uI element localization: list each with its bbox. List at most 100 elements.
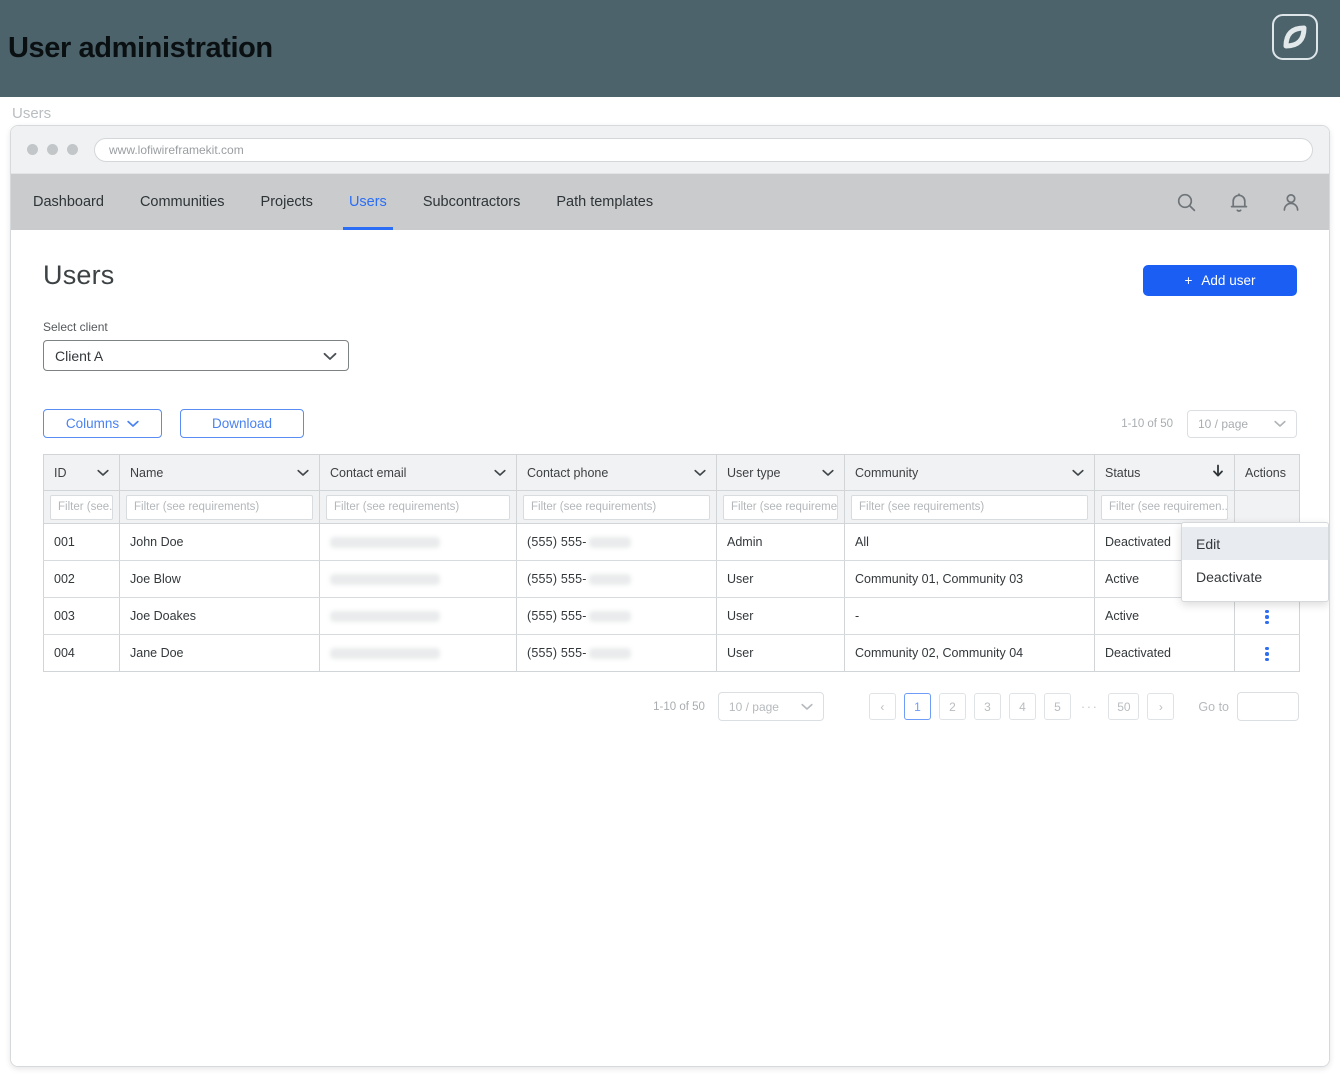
nav-item-dashboard[interactable]: Dashboard <box>33 174 122 230</box>
per-page-value: 10 / page <box>728 699 779 714</box>
redacted-email <box>330 574 440 586</box>
pagination-next-button[interactable]: › <box>1147 693 1175 720</box>
pagination-page-3[interactable]: 3 <box>973 693 1001 720</box>
filter-cell-id[interactable]: Filter (see... <box>43 490 120 524</box>
column-header-contact-phone[interactable]: Contact phone <box>516 454 717 491</box>
add-user-button[interactable]: + Add user <box>1143 265 1297 296</box>
menu-item-edit[interactable]: Edit <box>1182 527 1328 560</box>
pagination-prev-button[interactable]: ‹ <box>868 693 896 720</box>
filter-cell-user-type[interactable]: Filter (see requireme... <box>716 490 845 524</box>
filter-input-status[interactable]: Filter (see requiremen... <box>1101 494 1228 520</box>
per-page-select-bottom[interactable]: 10 / page <box>717 692 824 721</box>
nav-item-users[interactable]: Users <box>331 174 405 230</box>
column-header-contact-email[interactable]: Contact email <box>319 454 517 491</box>
close-window-dot[interactable] <box>27 144 38 155</box>
column-header-id[interactable]: ID <box>43 454 120 491</box>
column-header-status[interactable]: Status <box>1094 454 1235 491</box>
table-row[interactable]: 003 Joe Doakes (555) 555- User - Active <box>43 597 1300 635</box>
notification-bell-icon[interactable] <box>1229 192 1249 213</box>
chevron-down-icon[interactable] <box>494 466 506 480</box>
row-actions-kebab-icon[interactable] <box>1254 641 1280 667</box>
filter-cell-contact-email[interactable]: Filter (see requirements) <box>319 490 517 524</box>
nav-label: Dashboard <box>33 194 104 210</box>
sort-descending-icon[interactable] <box>1212 464 1224 481</box>
column-header-actions: Actions <box>1234 454 1300 491</box>
chevron-down-icon[interactable] <box>297 466 309 480</box>
pagination-page-last[interactable]: 50 <box>1108 693 1140 720</box>
column-label: Actions <box>1245 465 1286 480</box>
filter-input-user-type[interactable]: Filter (see requireme... <box>723 494 838 520</box>
cell-contact-email <box>319 597 517 635</box>
table-row[interactable]: 001 John Doe (555) 555- Admin All Deacti… <box>43 523 1300 561</box>
column-label: ID <box>54 465 67 480</box>
per-page-select-top[interactable]: 10 / page <box>1187 409 1297 438</box>
filter-cell-contact-phone[interactable]: Filter (see requirements) <box>516 490 717 524</box>
cell-name: Jane Doe <box>119 634 320 672</box>
goto-page-input[interactable] <box>1237 692 1299 721</box>
filter-cell-status[interactable]: Filter (see requiremen... <box>1094 490 1235 524</box>
columns-button[interactable]: Columns <box>43 409 162 438</box>
filter-input-id[interactable]: Filter (see... <box>50 494 113 520</box>
menu-item-deactivate[interactable]: Deactivate <box>1182 560 1328 593</box>
select-client-dropdown[interactable]: Client A <box>43 340 349 371</box>
nav-item-projects[interactable]: Projects <box>243 174 331 230</box>
columns-label: Columns <box>65 416 120 431</box>
filter-input-contact-email[interactable]: Filter (see requirements) <box>326 494 510 520</box>
pagination-page-1[interactable]: 1 <box>903 693 931 720</box>
minimize-window-dot[interactable] <box>47 144 58 155</box>
redacted-phone-suffix <box>588 648 631 660</box>
cell-actions[interactable] <box>1234 597 1300 635</box>
column-label: Status <box>1105 465 1141 480</box>
maximize-window-dot[interactable] <box>67 144 78 155</box>
user-account-icon[interactable] <box>1281 192 1301 213</box>
download-label: Download <box>211 416 273 431</box>
pagination-page-4[interactable]: 4 <box>1008 693 1036 720</box>
column-header-user-type[interactable]: User type <box>716 454 845 491</box>
chevron-down-icon[interactable] <box>1072 466 1084 480</box>
nav-item-communities[interactable]: Communities <box>122 174 243 230</box>
redacted-phone-suffix <box>588 537 631 549</box>
chevron-down-icon <box>1274 417 1286 431</box>
chevron-down-icon[interactable] <box>97 466 109 480</box>
table-row[interactable]: 004 Jane Doe (555) 555- User Community 0… <box>43 634 1300 672</box>
nav-item-path-templates[interactable]: Path templates <box>538 174 671 230</box>
download-button[interactable]: Download <box>180 409 304 438</box>
app-navbar: Dashboard Communities Projects Users Sub… <box>11 174 1329 230</box>
row-actions-kebab-icon[interactable] <box>1254 604 1280 630</box>
redacted-phone-suffix <box>588 611 631 623</box>
column-label: Name <box>130 465 164 480</box>
browser-tab-label[interactable]: Users <box>12 105 51 122</box>
redacted-email <box>330 648 440 660</box>
cell-actions[interactable] <box>1234 634 1300 672</box>
pagination-page-2[interactable]: 2 <box>938 693 966 720</box>
filter-cell-name[interactable]: Filter (see requirements) <box>119 490 320 524</box>
filter-input-community[interactable]: Filter (see requirements) <box>851 494 1088 520</box>
chevron-down-icon <box>127 416 139 431</box>
column-label: Community <box>855 465 919 480</box>
chevron-down-icon[interactable] <box>822 466 834 480</box>
nav-label: Path templates <box>556 194 654 210</box>
column-header-community[interactable]: Community <box>844 454 1095 491</box>
nav-label: Users <box>348 194 387 210</box>
chevron-down-icon[interactable] <box>694 466 706 480</box>
pagination-page-5[interactable]: 5 <box>1043 693 1071 720</box>
filter-input-name[interactable]: Filter (see requirements) <box>126 494 313 520</box>
page-banner: User administration <box>0 0 1340 97</box>
cell-id: 003 <box>43 597 120 635</box>
phone-prefix: (555) 555- <box>527 609 587 623</box>
table-body: 001 John Doe (555) 555- Admin All Deacti… <box>43 523 1300 672</box>
search-icon[interactable] <box>1176 192 1197 213</box>
column-header-name[interactable]: Name <box>119 454 320 491</box>
filter-cell-community[interactable]: Filter (see requirements) <box>844 490 1095 524</box>
cell-user-type: User <box>716 560 845 598</box>
per-page-value: 10 / page <box>1198 416 1249 431</box>
nav-item-subcontractors[interactable]: Subcontractors <box>405 174 539 230</box>
cell-contact-email <box>319 560 517 598</box>
toolbar-pagination-summary: 1-10 of 50 10 / page <box>1121 409 1297 438</box>
table-row[interactable]: 002 Joe Blow (555) 555- User Community 0… <box>43 560 1300 598</box>
redacted-phone-suffix <box>588 574 631 586</box>
cell-contact-email <box>319 523 517 561</box>
filter-input-contact-phone[interactable]: Filter (see requirements) <box>523 494 710 520</box>
pagination-controls: ‹ 1 2 3 4 5 ··· 50 › Go to <box>868 692 1299 721</box>
address-bar[interactable]: www.lofiwireframekit.com <box>94 137 1313 162</box>
